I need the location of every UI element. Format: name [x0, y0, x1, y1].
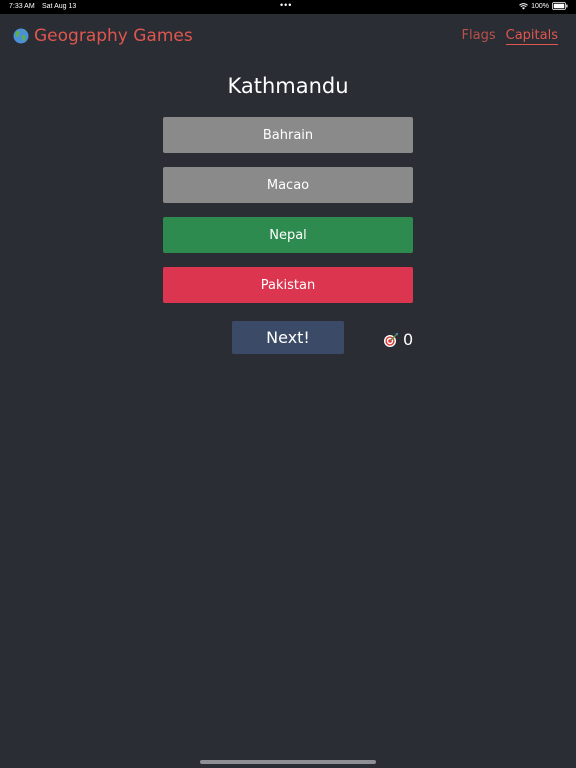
answer-option-wrong[interactable]: Pakistan	[163, 267, 413, 303]
nav-capitals[interactable]: Capitals	[505, 28, 558, 45]
score-display: 0	[383, 330, 413, 349]
nav-flags[interactable]: Flags	[462, 28, 496, 45]
status-indicators: 100%	[519, 2, 568, 10]
question-capital: Kathmandu	[227, 74, 349, 98]
score-value: 0	[403, 330, 414, 349]
app-header: Geography Games Flags Capitals	[0, 14, 576, 58]
home-indicator[interactable]	[200, 760, 376, 764]
next-button[interactable]: Next!	[232, 321, 344, 354]
wifi-icon	[519, 2, 528, 10]
top-nav: Flags Capitals	[462, 28, 558, 45]
globe-icon	[13, 28, 29, 44]
answer-list: Bahrain Macao Nepal Pakistan	[163, 117, 413, 317]
battery-icon	[552, 2, 568, 10]
multitasking-dots[interactable]: •••	[280, 0, 292, 10]
answer-option[interactable]: Macao	[163, 167, 413, 203]
battery-percent: 100%	[531, 2, 549, 10]
answer-option[interactable]: Bahrain	[163, 117, 413, 153]
target-icon	[383, 332, 399, 348]
answer-option-correct[interactable]: Nepal	[163, 217, 413, 253]
status-time: 7:33 AM	[9, 3, 35, 10]
app-title: Geography Games	[34, 26, 193, 46]
status-date: Sat Aug 13	[42, 3, 77, 10]
status-bar: 7:33 AM Sat Aug 13 ••• 100%	[0, 0, 576, 14]
brand[interactable]: Geography Games	[13, 26, 193, 46]
